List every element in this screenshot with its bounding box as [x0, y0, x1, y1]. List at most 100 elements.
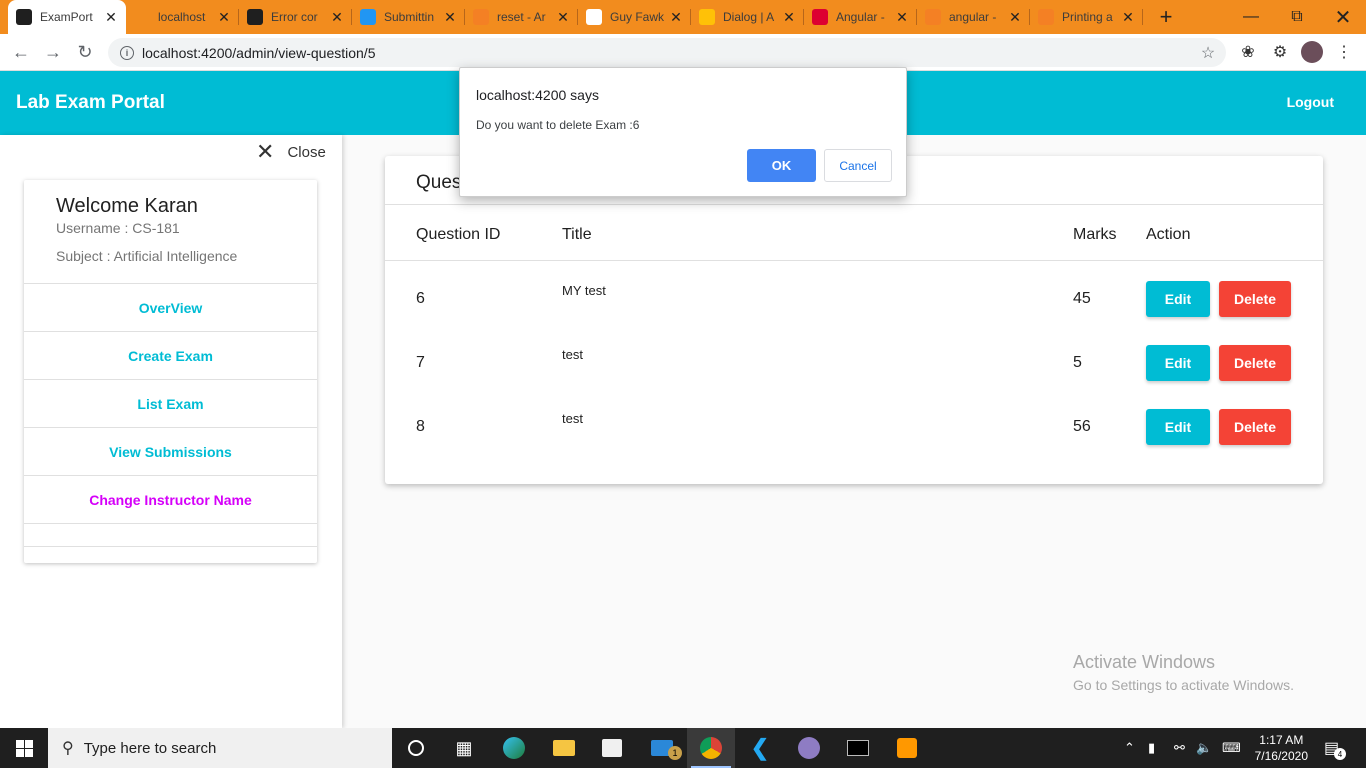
- tab-close-icon[interactable]: ✕: [104, 9, 118, 26]
- logout-button[interactable]: Logout: [1287, 94, 1334, 110]
- store-icon[interactable]: [588, 728, 636, 768]
- question-marks-cell: 56: [1073, 418, 1091, 435]
- column-header-marks: Marks: [1073, 226, 1117, 243]
- search-placeholder: Type here to search: [83, 739, 217, 757]
- site-info-icon[interactable]: i: [120, 45, 134, 60]
- tab-close-icon[interactable]: ✕: [1121, 9, 1135, 26]
- tab-close-icon[interactable]: ✕: [330, 9, 344, 26]
- welcome-text: Welcome Karan: [56, 195, 198, 217]
- question-title-cell: test: [562, 347, 583, 362]
- task-view-icon[interactable]: ▦: [440, 728, 488, 768]
- stackoverflow-icon: [1038, 9, 1054, 25]
- edit-button[interactable]: Edit: [1146, 409, 1210, 445]
- tab-title: Submittin: [384, 10, 435, 24]
- start-button[interactable]: [0, 728, 48, 768]
- file-explorer-icon[interactable]: [540, 728, 588, 768]
- wifi-icon[interactable]: ⚯: [1174, 728, 1185, 768]
- ok-button[interactable]: OK: [747, 149, 816, 182]
- sidebar-item-view-submissions[interactable]: View Submissions: [24, 427, 317, 475]
- keyboard-icon[interactable]: ⌨: [1222, 728, 1241, 768]
- reload-icon[interactable]: ↻: [69, 36, 101, 68]
- tab-title: Dialog | A: [723, 10, 775, 24]
- vscode-icon[interactable]: ❮: [736, 728, 784, 768]
- tab-close-icon[interactable]: ✕: [895, 9, 909, 26]
- angular-icon: [812, 9, 828, 25]
- column-header-id: Question ID: [416, 226, 501, 243]
- address-bar[interactable]: i localhost:4200/admin/view-question/5 ☆: [108, 38, 1226, 67]
- sidebar-item-create-exam[interactable]: Create Exam: [24, 331, 317, 379]
- clock-time: 1:17 AM: [1259, 733, 1304, 747]
- table-header: Question ID Title Marks Action: [385, 205, 1323, 261]
- sidebar-close-button[interactable]: ✕ Close: [256, 141, 326, 163]
- back-icon[interactable]: ←: [5, 36, 37, 68]
- github-desktop-icon[interactable]: [785, 728, 833, 768]
- chat-icon: [360, 9, 376, 25]
- show-hidden-icons[interactable]: ⌃: [1124, 728, 1135, 768]
- username-text: Username : CS-181: [56, 220, 180, 236]
- extension-icon[interactable]: ❀: [1234, 38, 1262, 66]
- activate-windows-subtitle: Go to Settings to activate Windows.: [1073, 677, 1294, 693]
- browser-tab[interactable]: Guy Fawk ✕: [578, 0, 691, 34]
- mail-badge: 1: [668, 746, 682, 760]
- bookmark-star-icon[interactable]: ☆: [1190, 38, 1226, 67]
- sidebar-item-change-instructor-name[interactable]: Change Instructor Name: [24, 475, 317, 523]
- tab-close-icon[interactable]: ✕: [669, 9, 683, 26]
- url-text: localhost:4200/admin/view-question/5: [142, 44, 376, 61]
- terminal-icon[interactable]: [834, 728, 882, 768]
- minimize-button[interactable]: —: [1228, 0, 1274, 34]
- table-row: 8 test 56 Edit Delete: [385, 399, 1323, 463]
- puzzle-extensions-icon[interactable]: ⚙: [1266, 38, 1294, 66]
- browser-tab[interactable]: localhost ✕: [126, 0, 239, 34]
- tab-close-icon[interactable]: ✕: [443, 9, 457, 26]
- question-title-cell: test: [562, 411, 583, 426]
- browser-tab[interactable]: reset - Ar ✕: [465, 0, 578, 34]
- restore-button[interactable]: ⧉: [1274, 0, 1320, 34]
- sidebar-item-overview[interactable]: OverView: [24, 283, 317, 331]
- stackoverflow-icon: [925, 9, 941, 25]
- sidebar-item-empty: [24, 523, 317, 547]
- cancel-button[interactable]: Cancel: [824, 149, 892, 182]
- chrome-icon[interactable]: [687, 728, 735, 768]
- browser-tab[interactable]: Printing a ✕: [1030, 0, 1143, 34]
- mail-icon[interactable]: 1: [638, 728, 686, 768]
- subject-text: Subject : Artificial Intelligence: [56, 248, 238, 264]
- taskbar-search-box[interactable]: ⚲ Type here to search: [48, 728, 392, 768]
- delete-button[interactable]: Delete: [1219, 281, 1291, 317]
- delete-button[interactable]: Delete: [1219, 345, 1291, 381]
- notification-center-icon[interactable]: ▤ 4: [1324, 728, 1346, 768]
- browser-tab[interactable]: angular - ✕: [917, 0, 1030, 34]
- search-icon: ⚲: [62, 740, 74, 757]
- column-header-action: Action: [1146, 226, 1191, 243]
- tab-close-icon[interactable]: ✕: [782, 9, 796, 26]
- browser-tab[interactable]: Error cor ✕: [239, 0, 352, 34]
- github-icon: [247, 9, 263, 25]
- browser-tab[interactable]: Submittin ✕: [352, 0, 465, 34]
- browser-menu-icon[interactable]: ⋮: [1330, 38, 1358, 66]
- cortana-icon[interactable]: [392, 728, 440, 768]
- tab-title: ExamPort: [40, 10, 93, 24]
- volume-icon[interactable]: 🔈: [1196, 728, 1212, 768]
- question-id-cell: 8: [416, 418, 425, 435]
- battery-icon[interactable]: ▮: [1148, 728, 1155, 768]
- edit-button[interactable]: Edit: [1146, 281, 1210, 317]
- forward-icon[interactable]: →: [37, 36, 69, 68]
- browser-tab[interactable]: ExamPort ✕: [8, 0, 126, 34]
- edge-icon[interactable]: [490, 728, 538, 768]
- browser-tab[interactable]: Dialog | A ✕: [691, 0, 804, 34]
- delete-button[interactable]: Delete: [1219, 409, 1291, 445]
- tab-close-icon[interactable]: ✕: [217, 9, 231, 26]
- browser-tab[interactable]: Angular - ✕: [804, 0, 917, 34]
- close-window-button[interactable]: ✕: [1320, 0, 1366, 34]
- profile-avatar[interactable]: [1298, 38, 1326, 66]
- new-tab-button[interactable]: +: [1151, 0, 1181, 34]
- table-row: 7 test 5 Edit Delete: [385, 335, 1323, 399]
- sidebar-item-list-exam[interactable]: List Exam: [24, 379, 317, 427]
- tab-title: Printing a: [1062, 10, 1113, 24]
- sublime-text-icon[interactable]: [883, 728, 931, 768]
- tab-close-icon[interactable]: ✕: [1008, 9, 1022, 26]
- edit-button[interactable]: Edit: [1146, 345, 1210, 381]
- tab-close-icon[interactable]: ✕: [556, 9, 570, 26]
- activate-windows-title: Activate Windows: [1073, 652, 1216, 672]
- material-icon: [699, 9, 715, 25]
- taskbar-clock[interactable]: 1:17 AM 7/16/2020: [1255, 732, 1308, 764]
